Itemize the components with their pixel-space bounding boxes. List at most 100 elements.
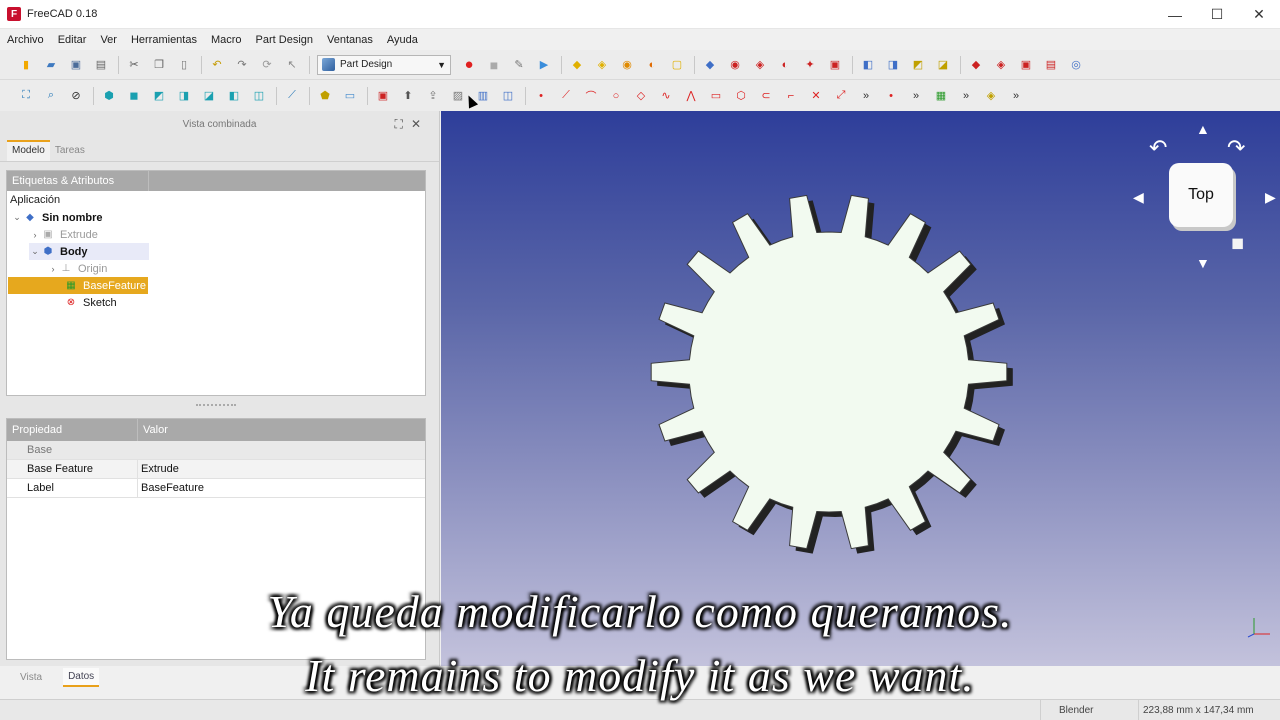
copy-icon[interactable]: ❐ (151, 57, 167, 73)
refresh-icon[interactable]: ⟳ (259, 57, 275, 73)
external-geometry-icon[interactable]: ◈ (983, 88, 999, 104)
navigation-cube[interactable]: ▲ ↶ ↷ ◀ ▶ ▼ Top ◼ (1133, 121, 1280, 271)
menu-macro[interactable]: Macro (211, 34, 242, 46)
navigation-style[interactable]: Blender (1040, 700, 1138, 720)
conic-icon[interactable]: ◇ (633, 88, 649, 104)
section-view-icon[interactable]: ◫ (500, 88, 516, 104)
chamfer-icon[interactable]: ◈ (993, 57, 1009, 73)
create-body-icon[interactable]: ▣ (375, 88, 391, 104)
multi-transform-icon[interactable]: ◪ (935, 57, 951, 73)
fit-all-icon[interactable]: ⛶ (18, 88, 34, 104)
float-panel-icon[interactable]: ⛶ (395, 117, 403, 132)
right-view-icon[interactable]: ◨ (176, 88, 192, 104)
navcube-face[interactable]: Top (1169, 163, 1233, 227)
additive-pipe-icon[interactable]: ◐ (644, 57, 660, 73)
revolution-icon[interactable]: ◈ (594, 57, 610, 73)
polar-pattern-icon[interactable]: ◩ (910, 57, 926, 73)
thickness-icon[interactable]: ▤ (1043, 57, 1059, 73)
measure-icon[interactable]: ⟋ (284, 88, 300, 104)
bspline-icon[interactable]: ∿ (658, 88, 674, 104)
collapse-arrow-icon[interactable]: ⌄ (11, 212, 23, 223)
run-macro-icon[interactable]: ▶ (536, 57, 552, 73)
linear-pattern-icon[interactable]: ◨ (885, 57, 901, 73)
view-menu-cube-icon[interactable]: ◼ (1231, 233, 1244, 253)
redo-icon[interactable]: ↷ (234, 57, 250, 73)
rotate-left-arrow-icon[interactable]: ◀ (1133, 189, 1144, 206)
draw-style-icon[interactable]: ⊘ (68, 88, 84, 104)
3d-view[interactable]: ▲ ↶ ↷ ◀ ▶ ▼ Top ◼ (441, 111, 1280, 666)
rotate-right-icon[interactable]: ↷ (1227, 135, 1245, 161)
subtractive-primitive-icon[interactable]: ▣ (827, 57, 843, 73)
expand-arrow-icon[interactable]: › (47, 264, 59, 274)
more-tools-icon[interactable]: » (858, 88, 874, 104)
additive-helix-icon[interactable]: ▢ (669, 57, 685, 73)
undo-icon[interactable]: ↶ (209, 57, 225, 73)
point-icon[interactable]: • (533, 88, 549, 104)
record-macro-icon[interactable]: ● (461, 56, 477, 73)
property-row-base-feature[interactable]: Base Feature Extrude (7, 460, 425, 479)
create-group-icon[interactable]: ▭ (342, 88, 358, 104)
fillet-sketch-icon[interactable]: ⌐ (783, 88, 799, 104)
mirrored-icon[interactable]: ◧ (860, 57, 876, 73)
expand-arrow-icon[interactable]: › (29, 230, 41, 240)
groove-icon[interactable]: ◈ (752, 57, 768, 73)
new-file-icon[interactable]: ▮ (18, 57, 34, 73)
front-view-icon[interactable]: ◼ (126, 88, 142, 104)
menu-ventanas[interactable]: Ventanas (327, 34, 373, 46)
tab-datos[interactable]: Datos (63, 667, 100, 687)
tree-item-basefeature[interactable]: ▦ BaseFeature (8, 277, 148, 294)
map-sketch-icon[interactable]: ▨ (450, 88, 466, 104)
tree-item-extrude[interactable]: › ▣ Extrude (29, 226, 98, 243)
top-view-icon[interactable]: ◩ (151, 88, 167, 104)
rear-view-icon[interactable]: ◪ (201, 88, 217, 104)
left-view-icon[interactable]: ◫ (251, 88, 267, 104)
property-value[interactable]: Extrude (138, 463, 179, 475)
cut-icon[interactable]: ✂ (126, 57, 142, 73)
rotate-right-arrow-icon[interactable]: ▶ (1265, 189, 1276, 206)
create-sketch-icon[interactable]: ⬆ (400, 88, 416, 104)
open-file-icon[interactable]: ▰ (43, 57, 59, 73)
maximize-button[interactable]: ☐ (1196, 0, 1238, 29)
subtractive-pipe-icon[interactable]: ✦ (802, 57, 818, 73)
print-icon[interactable]: ▤ (93, 57, 109, 73)
fillet-icon[interactable]: ◆ (968, 57, 984, 73)
stop-macro-icon[interactable]: ■ (486, 57, 502, 73)
menu-ayuda[interactable]: Ayuda (387, 34, 418, 46)
property-value[interactable]: BaseFeature (138, 482, 204, 494)
workbench-selector[interactable]: Part Design ▼ (317, 54, 451, 75)
subtractive-loft-icon[interactable]: ◐ (777, 57, 793, 73)
whats-this-icon[interactable]: ↖ (284, 57, 300, 73)
menu-editar[interactable]: Editar (58, 34, 87, 46)
save-icon[interactable]: ▣ (68, 57, 84, 73)
additive-loft-icon[interactable]: ◉ (619, 57, 635, 73)
tree-item-origin[interactable]: › ⊥ Origin (47, 260, 108, 277)
constraint-point-icon[interactable]: • (883, 88, 899, 104)
menu-herramientas[interactable]: Herramientas (131, 34, 197, 46)
property-row-label[interactable]: Label BaseFeature (7, 479, 425, 498)
tree-item-body[interactable]: ⌄ ⬢ Body (29, 243, 149, 260)
rotate-left-icon[interactable]: ↶ (1149, 135, 1167, 161)
close-button[interactable]: ✕ (1238, 0, 1280, 29)
rotate-up-icon[interactable]: ▲ (1196, 121, 1210, 137)
validate-sketch-icon[interactable]: ⇪ (425, 88, 441, 104)
collapse-arrow-icon[interactable]: ⌄ (29, 246, 41, 257)
rectangle-icon[interactable]: ▭ (708, 88, 724, 104)
toggle-construction-icon[interactable]: ▦ (933, 88, 949, 104)
create-part-icon[interactable]: ⬟ (317, 88, 333, 104)
circle-icon[interactable]: ○ (608, 88, 624, 104)
tab-tareas[interactable]: Tareas (50, 145, 90, 161)
trim-icon[interactable]: ✕ (808, 88, 824, 104)
edit-macro-icon[interactable]: ✎ (511, 57, 527, 73)
close-panel-icon[interactable]: ✕ (411, 117, 421, 132)
tab-modelo[interactable]: Modelo (7, 140, 50, 161)
bottom-view-icon[interactable]: ◧ (226, 88, 242, 104)
line-icon[interactable]: ⟋ (558, 88, 574, 104)
pocket-icon[interactable]: ◆ (702, 57, 718, 73)
menu-ver[interactable]: Ver (100, 34, 117, 46)
minimize-button[interactable]: — (1154, 0, 1196, 29)
more-toolbars-icon[interactable]: » (1008, 88, 1024, 104)
tab-vista[interactable]: Vista (15, 669, 47, 686)
menu-archivo[interactable]: Archivo (7, 34, 44, 46)
slot-icon[interactable]: ⊂ (758, 88, 774, 104)
polyline-icon[interactable]: ⋀ (683, 88, 699, 104)
